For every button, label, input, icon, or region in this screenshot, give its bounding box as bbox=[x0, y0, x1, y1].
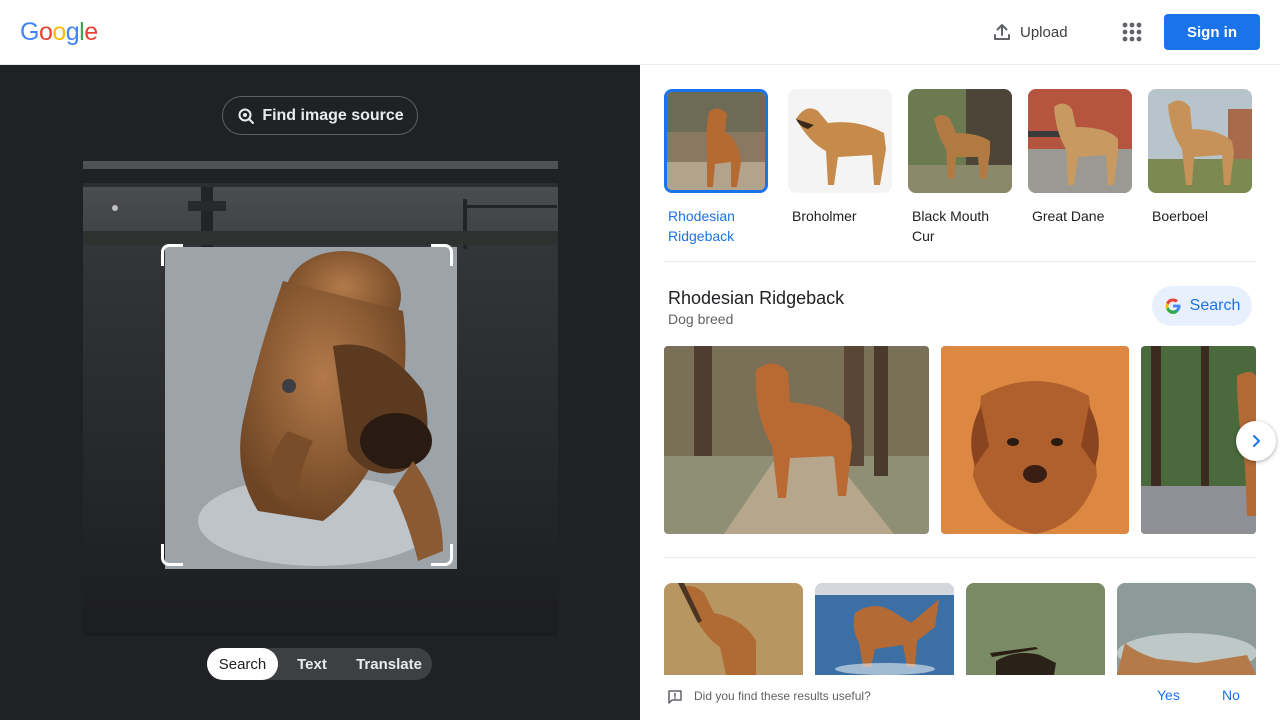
match-thumbnail bbox=[1028, 89, 1132, 193]
feedback-question: Did you find these results useful? bbox=[694, 689, 871, 703]
logo-letter-g1: G bbox=[20, 18, 39, 46]
tab-search[interactable]: Search bbox=[207, 648, 278, 680]
logo-letter-o2: o bbox=[52, 18, 66, 46]
apps-grid-icon[interactable] bbox=[1118, 18, 1146, 46]
top-bar: Google Upload Sign in bbox=[0, 0, 1280, 65]
upload-icon bbox=[994, 24, 1010, 40]
result-image[interactable] bbox=[664, 583, 803, 675]
match-black-mouth-cur[interactable]: Black Mouth Cur bbox=[908, 89, 1012, 246]
result-image[interactable] bbox=[815, 583, 954, 675]
upload-label: Upload bbox=[1020, 23, 1068, 41]
divider bbox=[664, 557, 1256, 558]
match-broholmer[interactable]: Broholmer bbox=[788, 89, 892, 226]
match-label: Rhodesian Ridgeback bbox=[668, 208, 735, 244]
crop-handle-top-right[interactable] bbox=[431, 244, 453, 266]
tab-text[interactable]: Text bbox=[278, 648, 346, 680]
lens-search-icon bbox=[238, 108, 255, 124]
match-label: Broholmer bbox=[792, 208, 857, 224]
logo-letter-g2: g bbox=[65, 18, 80, 46]
match-rhodesian-ridgeback[interactable]: Rhodesian Ridgeback bbox=[664, 89, 768, 246]
match-label: Boerboel bbox=[1152, 208, 1209, 224]
crop-handle-bottom-right[interactable] bbox=[431, 544, 453, 566]
logo-letter-e: e bbox=[84, 18, 98, 46]
tab-translate[interactable]: Translate bbox=[346, 648, 432, 680]
sign-in-button[interactable]: Sign in bbox=[1164, 14, 1260, 50]
entity-search-button[interactable]: Search bbox=[1152, 286, 1252, 326]
match-boerboel[interactable]: Boerboel bbox=[1148, 89, 1252, 226]
result-image[interactable] bbox=[966, 583, 1105, 675]
find-image-source-label: Find image source bbox=[262, 106, 404, 124]
match-thumbnail bbox=[908, 89, 1012, 193]
divider bbox=[664, 261, 1256, 262]
results-panel: Rhodesian Ridgeback Broholmer Black Mout… bbox=[640, 65, 1280, 720]
feedback-yes-button[interactable]: Yes bbox=[1157, 687, 1180, 703]
match-thumbnail bbox=[664, 89, 768, 193]
entity-search-label: Search bbox=[1189, 297, 1241, 314]
logo-letter-o1: o bbox=[38, 18, 53, 46]
google-g-icon bbox=[1165, 298, 1181, 314]
feedback-bar: Did you find these results useful? Yes N… bbox=[640, 675, 1280, 720]
feedback-no-button[interactable]: No bbox=[1222, 687, 1240, 703]
match-thumbnail bbox=[788, 89, 892, 193]
crop-handle-bottom-left[interactable] bbox=[161, 544, 183, 566]
result-image[interactable] bbox=[1117, 583, 1256, 675]
match-thumbnail bbox=[1148, 89, 1252, 193]
crop-handle-top-left[interactable] bbox=[161, 244, 183, 266]
lens-image-panel: Find image source Search Text Translate bbox=[0, 65, 640, 720]
gallery-image-1[interactable] bbox=[664, 346, 929, 534]
lens-mode-tabs: Search Text Translate bbox=[207, 648, 432, 680]
feedback-icon bbox=[668, 690, 682, 704]
crop-selection-box[interactable] bbox=[161, 244, 453, 566]
chevron-right-icon bbox=[1253, 435, 1260, 447]
upload-button[interactable]: Upload bbox=[992, 20, 1068, 44]
gallery-image-2[interactable] bbox=[941, 346, 1129, 534]
match-great-dane[interactable]: Great Dane bbox=[1028, 89, 1132, 226]
entity-title[interactable]: Rhodesian Ridgeback bbox=[668, 288, 844, 309]
visual-matches-row: Rhodesian Ridgeback Broholmer Black Mout… bbox=[664, 89, 1264, 249]
match-label: Black Mouth Cur bbox=[912, 208, 990, 244]
match-label: Great Dane bbox=[1032, 208, 1105, 224]
find-image-source-button[interactable]: Find image source bbox=[222, 96, 418, 135]
entity-subtitle: Dog breed bbox=[668, 311, 734, 327]
google-logo[interactable]: Google bbox=[20, 18, 98, 47]
gallery-next-button[interactable] bbox=[1236, 421, 1276, 461]
